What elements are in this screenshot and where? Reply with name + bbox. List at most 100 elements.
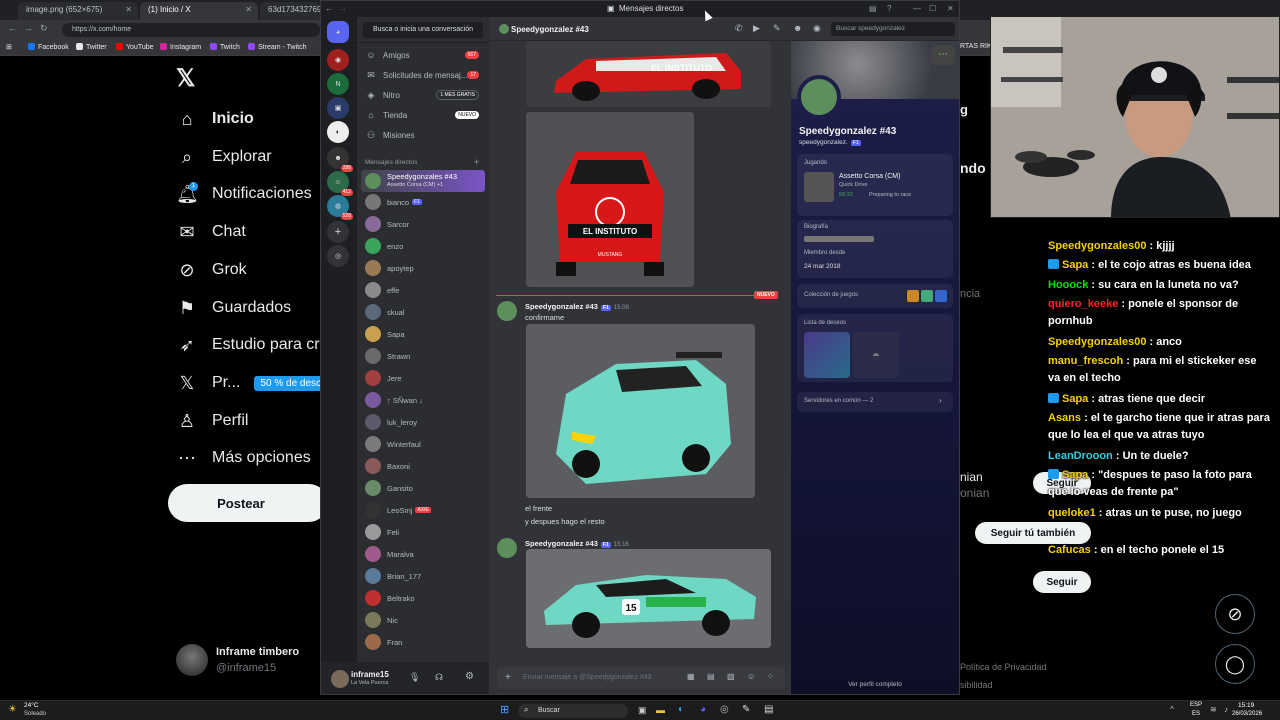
car-image-teal-side[interactable]: 15 [526,549,771,648]
clock-time[interactable]: 15:19 [1238,702,1254,709]
nav-shop[interactable]: ⌂ Tienda NUEVO [365,106,485,124]
nav-profile[interactable]: ♙ Perfil [176,406,249,436]
nav-friends[interactable]: ☺ Amigos 567 [365,46,485,64]
nav-grok[interactable]: ⊘ Grok [176,255,246,285]
discord-home-icon[interactable]: ◕ [327,21,349,43]
nav-premium[interactable]: 𝕏 Pr... 50 % de desc [176,368,328,398]
avatar[interactable] [497,538,517,558]
chat-search-input[interactable]: Buscar speedygonzalez [831,22,955,36]
back-icon[interactable]: ← [325,4,333,13]
dm-item[interactable]: Feli [361,522,485,542]
weather-temp[interactable]: 24°C [24,702,39,709]
nav-creator-studio[interactable]: ➶ Estudio para cre [176,330,328,360]
dm-item[interactable]: Winterfaul [361,434,485,454]
nav-explore[interactable]: ⌕ Explorar [176,142,272,172]
server-icon[interactable]: ◐ [327,121,349,143]
wishlist-item[interactable]: ◓ [853,332,899,378]
discover-icon[interactable]: ◎ [327,245,349,267]
headphones-icon[interactable]: ☊ [435,672,443,683]
messages-icon[interactable]: ◯ [1215,644,1255,684]
gift-icon[interactable]: ▦ [687,672,695,681]
forward-icon[interactable]: → [339,4,347,13]
close-icon[interactable]: ✕ [947,4,954,13]
dm-item[interactable]: Beltrako [361,588,485,608]
close-icon[interactable]: ✕ [245,5,252,14]
author-name[interactable]: Speedygonzalez #43 [525,539,598,548]
bookmark-twitter[interactable]: Twitter [76,43,107,51]
game-collection-card[interactable]: Colección de juegos [797,284,953,308]
server-icon[interactable]: ◉ [327,49,349,71]
language-indicator[interactable]: ESP [1190,702,1202,708]
taskbar-search[interactable]: Buscar [518,704,628,718]
dm-item[interactable]: Sapa [361,324,485,344]
dm-item[interactable]: luk_leroy [361,412,485,432]
server-icon[interactable]: N [327,73,349,95]
dm-item[interactable]: Baxoni [361,456,485,476]
dm-item[interactable]: Strawn [361,346,485,366]
tray-chevron-icon[interactable]: ^ [1170,705,1174,714]
view-full-profile-link[interactable]: Ver perfil completo [791,681,959,688]
discord-icon[interactable]: ◕ [700,704,706,715]
new-dm-icon[interactable]: + [474,157,479,167]
account-switcher[interactable]: Inframe timbero @inframe15 [176,644,326,678]
browser-tab[interactable]: 63d1734327694c [260,2,320,20]
post-button[interactable]: Postear [168,484,328,522]
mutual-servers-card[interactable]: Servidores en común — 2 › [797,392,953,412]
attach-plus-icon[interactable]: + [505,672,511,683]
browser-tab[interactable]: (1) Inicio / X ✕ [140,2,258,20]
close-icon[interactable]: ✕ [125,5,132,14]
dm-item[interactable]: Brian_177 [361,566,485,586]
inbox-icon[interactable]: ▤ [869,4,877,13]
profile-icon[interactable]: ◉ [813,23,821,34]
apps-icon[interactable]: ⊞ [6,43,12,51]
car-image-red-front[interactable]: EL INSTITUTO MUSTANG [526,112,694,287]
bookmark-instagram[interactable]: Instagram [160,43,201,51]
call-icon[interactable]: ✆ [735,23,743,34]
follow-button[interactable]: Seguir [1033,571,1091,593]
add-server-icon[interactable]: + [327,221,349,243]
forward-icon[interactable]: → [24,23,33,33]
dm-item[interactable]: ↑ SÑwan ↓ [361,390,485,410]
emoji-icon[interactable]: ☺ [747,672,755,681]
car-image-red-top[interactable]: EL INSTITUTO [526,41,771,107]
nav-home[interactable]: ⌂ Inicio [176,104,254,134]
server-icon[interactable]: ▣ [327,97,349,119]
author-name[interactable]: Speedygonzalez #43 [525,302,598,311]
edge-icon[interactable]: ◐ [678,704,684,715]
avatar[interactable] [331,670,349,688]
browser-tab[interactable]: image.png (652×675) ✕ [18,2,138,20]
task-view-icon[interactable]: ▣ [638,705,647,716]
bookmark-stream-twitch[interactable]: Stream - Twitch [248,43,307,51]
dm-item[interactable]: Sarcor [361,214,485,234]
nav-quests[interactable]: ⚇ Misiones [365,126,485,144]
accessibility-link[interactable]: sibilidad [960,680,993,690]
conversation-search[interactable]: Busca o inicia una conversación [363,22,483,38]
sticker-icon[interactable]: ▧ [727,672,735,681]
nav-message-requests[interactable]: ✉ Solicitudes de mensaj... 17 [365,66,485,84]
dm-item[interactable]: enzo [361,236,485,256]
steam-icon[interactable]: ◎ [720,704,729,715]
dm-item[interactable]: effe [361,280,485,300]
address-input[interactable]: https://x.com/home [62,23,320,37]
follow-too-button[interactable]: Seguir tú también [975,522,1091,544]
pin-icon[interactable]: ✎ [773,23,781,34]
help-icon[interactable]: ? [887,4,891,13]
avatar[interactable] [497,301,517,321]
minimize-icon[interactable]: — [913,4,921,13]
dm-item[interactable]: Fran [361,632,485,652]
nav-bookmarks[interactable]: ⚑ Guardados [176,293,291,323]
server-icon[interactable]: ☺ 412 [327,171,353,196]
server-icon[interactable]: ☻ 286 [327,147,353,172]
apps-icon[interactable]: ⁘ [767,672,774,681]
back-icon[interactable]: ← [8,23,17,33]
wifi-icon[interactable]: ≋ [1210,705,1217,714]
add-friend-icon[interactable]: ☻ [793,23,802,33]
dm-item[interactable]: Jere [361,368,485,388]
windows-start-icon[interactable]: ⊞ [500,703,509,716]
more-icon[interactable]: ⋯ [931,45,955,65]
x-logo[interactable]: 𝕏 [176,64,195,93]
bookmark-facebook[interactable]: Facebook [28,43,69,51]
avatar[interactable] [797,75,841,119]
dm-item[interactable]: bianco F1 [361,192,485,212]
activity-card[interactable]: Jugando Assetto Corsa (CM) Quick Drive 5… [797,154,953,216]
